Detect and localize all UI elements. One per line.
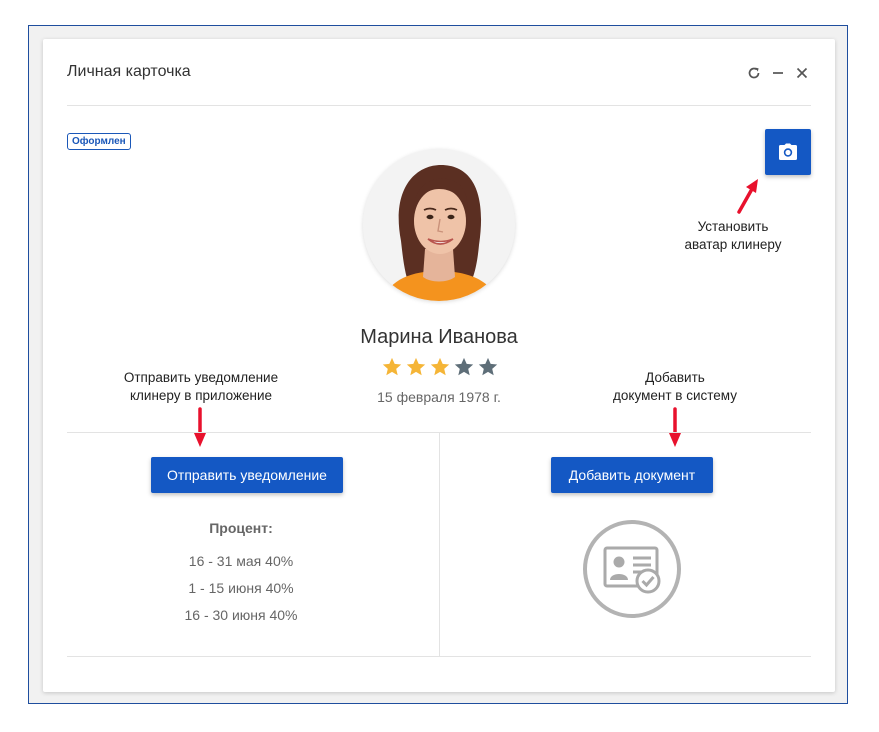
avatar-photo (363, 149, 515, 301)
status-badge: Оформлен (67, 133, 131, 150)
minimize-icon[interactable] (769, 64, 787, 82)
percent-line: 16 - 30 июня 40% (184, 607, 298, 623)
document-id-icon (583, 520, 681, 618)
annotation-document: Добавить документ в систему (613, 370, 737, 403)
personal-card: Личная карточка Оформлен Установить ават… (43, 39, 835, 692)
camera-icon (779, 143, 797, 160)
star-icon (478, 357, 498, 376)
star-icon (454, 357, 474, 376)
header-divider (67, 105, 811, 106)
percent-line: 16 - 31 мая 40% (188, 553, 294, 569)
percent-title: Процент: (209, 520, 273, 536)
annotation-avatar: Установить аватар клинеру (684, 219, 782, 252)
annotation-notify: Отправить уведомление клинеру в приложен… (123, 370, 279, 403)
card-title: Личная карточка (67, 63, 191, 80)
annotation-arrow-avatar (737, 179, 758, 214)
send-notification-button[interactable]: Отправить уведомление (151, 457, 343, 493)
set-avatar-button[interactable] (765, 129, 811, 175)
annotation-arrow-document (669, 407, 681, 447)
annotation-arrow-notify (194, 407, 206, 447)
add-document-button[interactable]: Добавить документ (551, 457, 713, 493)
rating-stars (381, 356, 499, 378)
footer-divider (67, 656, 811, 657)
column-divider (439, 433, 440, 656)
close-icon[interactable] (793, 64, 811, 82)
star-icon (430, 357, 450, 376)
window-controls (745, 64, 811, 82)
star-icon (406, 357, 426, 376)
person-name: Марина Иванова (360, 326, 518, 348)
star-icon (382, 357, 402, 376)
percent-line: 1 - 15 июня 40% (188, 580, 294, 596)
avatar (363, 149, 515, 301)
refresh-icon[interactable] (745, 64, 763, 82)
